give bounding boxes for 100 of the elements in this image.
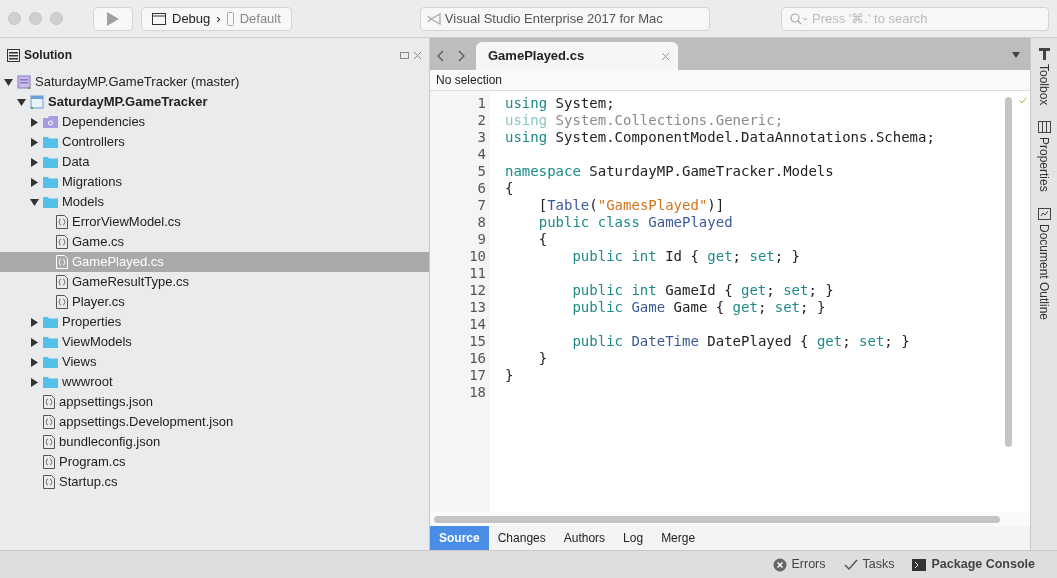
line-number: 6 <box>476 180 486 197</box>
solution-icon <box>17 75 31 89</box>
tree-item[interactable]: Migrations <box>0 172 429 192</box>
error-icon <box>772 557 787 572</box>
code-file-icon <box>56 295 68 309</box>
code-line: public int Id { get; set; } <box>571 248 801 265</box>
side-pad-tab[interactable]: Properties <box>1035 121 1053 193</box>
line-number: 1 <box>476 95 486 112</box>
code-line: using System.Collections.Generic; <box>505 112 784 129</box>
editor-tab[interactable]: GamePlayed.cs <box>476 42 678 70</box>
project-icon <box>30 95 44 109</box>
line-number: 9 <box>476 231 486 248</box>
line-number: 5 <box>476 163 486 180</box>
tree-item[interactable]: Data <box>0 152 429 172</box>
logo-icon <box>426 12 441 25</box>
line-number: 7 <box>476 197 486 214</box>
folder-icon <box>43 356 58 368</box>
code-file-icon <box>43 415 55 429</box>
status-bar-button[interactable]: Package Console <box>912 555 1035 574</box>
breadcrumb-text: No selection <box>430 70 1030 91</box>
line-number: 2 <box>476 112 486 129</box>
code-line: } <box>537 350 548 367</box>
panel-title: Solution <box>24 47 72 64</box>
line-number: 18 <box>468 384 486 401</box>
run-button[interactable] <box>93 6 133 31</box>
folder-icon <box>43 136 58 148</box>
tree-item[interactable]: Game.cs <box>0 232 429 252</box>
tree-item[interactable]: Controllers <box>0 132 429 152</box>
tree-item[interactable]: Models <box>0 192 429 212</box>
folder-icon <box>43 336 58 348</box>
code-file-icon <box>56 235 68 249</box>
view-tab[interactable]: Merge <box>652 526 705 550</box>
tree-item[interactable]: SaturdayMP.GameTracker (master) <box>0 72 429 92</box>
view-tab[interactable]: Changes <box>488 526 555 550</box>
line-number: 3 <box>476 129 486 146</box>
code-line: using System.ComponentModel.DataAnnotations.Schema; <box>505 129 935 146</box>
close-icon <box>661 51 670 61</box>
window-minimize-button[interactable] <box>29 12 42 25</box>
search-field[interactable]: Press '⌘.' to search <box>781 6 1049 31</box>
line-number: 15 <box>468 333 486 350</box>
scrollbar[interactable] <box>1005 97 1012 447</box>
status-bar-button[interactable]: Tasks <box>843 555 895 574</box>
check-icon <box>843 557 858 572</box>
tree-item[interactable]: Startup.cs <box>0 472 429 492</box>
dropdown-arrow-icon <box>1012 52 1020 58</box>
line-number: 10 <box>468 248 486 265</box>
line-number: 13 <box>468 299 486 316</box>
hammer-icon <box>1037 48 1051 60</box>
window-close-button[interactable] <box>8 12 21 25</box>
line-number: 17 <box>468 367 486 384</box>
scrollbar[interactable] <box>434 515 1000 523</box>
folder-icon <box>43 316 58 328</box>
tree-item[interactable]: appsettings.json <box>0 392 429 412</box>
line-number: 8 <box>476 214 486 231</box>
dock-icon <box>400 50 409 60</box>
play-icon <box>106 10 120 27</box>
side-pad-tab[interactable]: Toolbox <box>1035 48 1053 106</box>
app-title: Visual Studio Enterprise 2017 for Mac <box>444 9 663 28</box>
folder-icon <box>43 376 58 388</box>
close-icon <box>413 50 422 60</box>
package-folder-icon <box>43 116 58 128</box>
tree-item[interactable]: ViewModels <box>0 332 429 352</box>
line-number: 4 <box>476 146 486 163</box>
tree-item[interactable]: GameResultType.cs <box>0 272 429 292</box>
panel-icon <box>7 48 20 62</box>
code-file-icon <box>43 475 55 489</box>
line-number: 11 <box>468 265 486 282</box>
tree-item[interactable]: wwwroot <box>0 372 429 392</box>
view-tab[interactable]: Authors <box>554 526 615 550</box>
tree-item[interactable]: appsettings.Development.json <box>0 412 429 432</box>
tree-item[interactable]: Player.cs <box>0 292 429 312</box>
code-file-icon <box>43 435 55 449</box>
view-tab[interactable]: Log <box>614 526 653 550</box>
folder-icon <box>43 156 58 168</box>
code-line: using System; <box>505 95 615 112</box>
code-line: public Game Game { get; set; } <box>571 299 826 316</box>
code-line: { <box>537 231 548 248</box>
tree-item[interactable]: Program.cs <box>0 452 429 472</box>
tree-item[interactable]: ErrorViewModel.cs <box>0 212 429 232</box>
outline-icon <box>1037 208 1051 221</box>
check-icon <box>1019 97 1027 104</box>
line-number: 14 <box>468 316 486 333</box>
code-line: public class GamePlayed <box>537 214 733 231</box>
code-line: public int GameId { get; set; } <box>571 282 834 299</box>
side-pad-tab[interactable]: Document Outline <box>1035 208 1053 321</box>
code-line: { <box>505 180 514 197</box>
tree-item[interactable]: Properties <box>0 312 429 332</box>
line-number: 16 <box>468 350 486 367</box>
code-file-icon <box>43 395 55 409</box>
grid-icon <box>1037 121 1051 134</box>
tree-item[interactable]: SaturdayMP.GameTracker <box>0 92 429 112</box>
status-bar-button[interactable]: Errors <box>772 555 826 574</box>
folder-icon <box>43 176 58 188</box>
tree-item[interactable]: Views <box>0 352 429 372</box>
code-file-icon <box>56 215 68 229</box>
tree-item[interactable]: bundleconfig.json <box>0 432 429 452</box>
tree-item[interactable]: Dependencies <box>0 112 429 132</box>
window-zoom-button[interactable] <box>50 12 63 25</box>
code-line: [Table("GamesPlayed")] <box>537 197 725 214</box>
collapse-arrow-icon <box>30 197 39 207</box>
